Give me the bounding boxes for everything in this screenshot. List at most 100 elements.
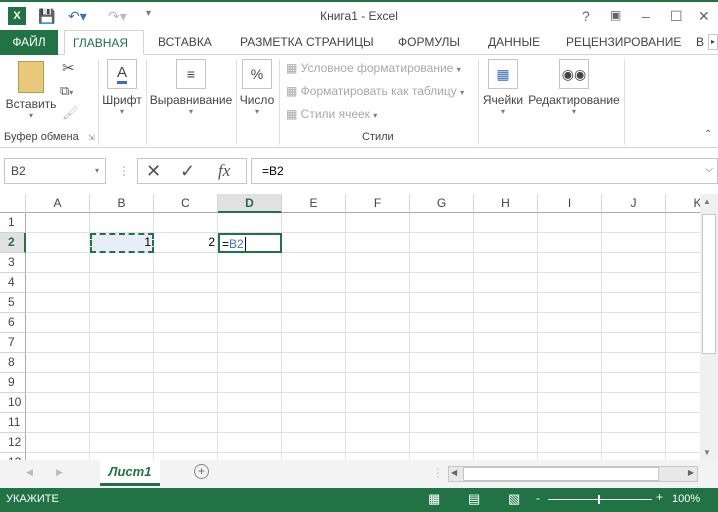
cell-H7[interactable] [474, 333, 538, 353]
paste-button[interactable]: Вставить ▾ [4, 61, 58, 120]
cell-J11[interactable] [602, 413, 666, 433]
cell-K8[interactable] [666, 353, 700, 373]
normal-view-icon[interactable]: ▦ [428, 491, 440, 507]
insert-function-icon[interactable]: fx [218, 161, 230, 181]
cell-H5[interactable] [474, 293, 538, 313]
cell-A10[interactable] [26, 393, 90, 413]
cell-I11[interactable] [538, 413, 602, 433]
cell-K10[interactable] [666, 393, 700, 413]
cell-B1[interactable] [90, 213, 154, 233]
name-box[interactable]: B2 ▾ [4, 158, 106, 184]
cell-G7[interactable] [410, 333, 474, 353]
cell-B8[interactable] [90, 353, 154, 373]
cell-J6[interactable] [602, 313, 666, 333]
cell-F5[interactable] [346, 293, 410, 313]
cell-E11[interactable] [282, 413, 346, 433]
tab-file[interactable]: ФАЙЛ [0, 30, 58, 55]
alignment-button[interactable]: ≡ Выравнивание ▾ [148, 59, 234, 116]
minimize-icon[interactable]: – [642, 8, 650, 24]
cell-E4[interactable] [282, 273, 346, 293]
cell-D7[interactable] [218, 333, 282, 353]
column-header-A[interactable]: A [26, 194, 90, 213]
cell-I8[interactable] [538, 353, 602, 373]
cell-F9[interactable] [346, 373, 410, 393]
help-icon[interactable]: ? [582, 8, 590, 24]
cell-F12[interactable] [346, 433, 410, 453]
cell-D10[interactable] [218, 393, 282, 413]
dialog-launcher-icon[interactable]: ⇲ [88, 133, 95, 142]
column-header-B[interactable]: B [90, 194, 154, 213]
cell-D1[interactable] [218, 213, 282, 233]
cell-A6[interactable] [26, 313, 90, 333]
select-all-corner[interactable] [0, 194, 26, 213]
cell-D8[interactable] [218, 353, 282, 373]
cell-B13[interactable] [90, 453, 154, 460]
formula-input[interactable]: =B2 ⌵ [251, 158, 718, 184]
cell-E3[interactable] [282, 253, 346, 273]
cell-K11[interactable] [666, 413, 700, 433]
row-header-13[interactable]: 13 [0, 453, 26, 460]
cell-H9[interactable] [474, 373, 538, 393]
cell-J13[interactable] [602, 453, 666, 460]
row-header-2[interactable]: 2 [0, 233, 26, 253]
cell-B11[interactable] [90, 413, 154, 433]
vertical-scroll-thumb[interactable] [702, 214, 716, 354]
format-as-table-button[interactable]: ▦ Форматировать как таблицу ▾ [286, 84, 464, 98]
cell-C10[interactable] [154, 393, 218, 413]
cell-J10[interactable] [602, 393, 666, 413]
spreadsheet-grid[interactable]: ABCDEFGHIJK1212=B2345678910111213 [0, 194, 700, 460]
prev-sheet-icon[interactable]: ◀ [26, 467, 33, 478]
copy-icon[interactable]: ⧉▾ [60, 83, 73, 99]
cell-H8[interactable] [474, 353, 538, 373]
cell-J1[interactable] [602, 213, 666, 233]
cell-J2[interactable] [602, 233, 666, 253]
cell-styles-button[interactable]: ▦ Стили ячеек ▾ [286, 107, 377, 121]
maximize-icon[interactable]: ☐ [670, 8, 683, 25]
row-header-1[interactable]: 1 [0, 213, 26, 233]
cell-D9[interactable] [218, 373, 282, 393]
format-painter-icon[interactable]: 🖌 [62, 105, 79, 121]
cell-G5[interactable] [410, 293, 474, 313]
cell-J9[interactable] [602, 373, 666, 393]
cell-I12[interactable] [538, 433, 602, 453]
cell-H2[interactable] [474, 233, 538, 253]
ribbon-display-icon[interactable]: ▣ [610, 8, 621, 22]
cell-C5[interactable] [154, 293, 218, 313]
cell-F6[interactable] [346, 313, 410, 333]
row-header-3[interactable]: 3 [0, 253, 26, 273]
cell-C4[interactable] [154, 273, 218, 293]
cell-A4[interactable] [26, 273, 90, 293]
cell-F13[interactable] [346, 453, 410, 460]
cell-D13[interactable] [218, 453, 282, 460]
cell-J7[interactable] [602, 333, 666, 353]
cell-F10[interactable] [346, 393, 410, 413]
row-header-12[interactable]: 12 [0, 433, 26, 453]
number-button[interactable]: % Число ▾ [237, 59, 277, 116]
zoom-out-icon[interactable]: - [536, 491, 540, 505]
cell-K2[interactable] [666, 233, 700, 253]
cell-C8[interactable] [154, 353, 218, 373]
cell-G8[interactable] [410, 353, 474, 373]
cell-K4[interactable] [666, 273, 700, 293]
cell-H10[interactable] [474, 393, 538, 413]
cell-K5[interactable] [666, 293, 700, 313]
column-header-J[interactable]: J [602, 194, 666, 213]
cell-G2[interactable] [410, 233, 474, 253]
cell-H13[interactable] [474, 453, 538, 460]
row-header-9[interactable]: 9 [0, 373, 26, 393]
column-header-G[interactable]: G [410, 194, 474, 213]
cell-E8[interactable] [282, 353, 346, 373]
close-icon[interactable]: ✕ [698, 8, 710, 25]
row-header-6[interactable]: 6 [0, 313, 26, 333]
cell-F2[interactable] [346, 233, 410, 253]
cell-D4[interactable] [218, 273, 282, 293]
horizontal-scrollbar[interactable]: ◀ ▶ [448, 466, 698, 482]
column-header-E[interactable]: E [282, 194, 346, 213]
cell-E1[interactable] [282, 213, 346, 233]
cell-K9[interactable] [666, 373, 700, 393]
cell-B5[interactable] [90, 293, 154, 313]
cell-H1[interactable] [474, 213, 538, 233]
cell-B2[interactable]: 1 [90, 233, 154, 253]
conditional-formatting-button[interactable]: ▦ Условное форматирование ▾ [286, 61, 461, 75]
cell-E7[interactable] [282, 333, 346, 353]
